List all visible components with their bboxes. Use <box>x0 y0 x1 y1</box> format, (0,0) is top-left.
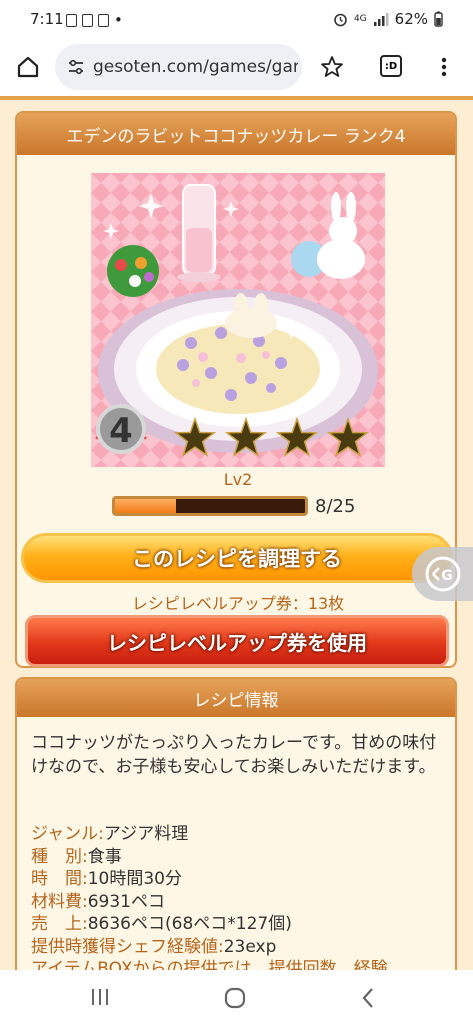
home-nav-icon[interactable] <box>224 987 246 1009</box>
site-settings-icon[interactable] <box>67 58 85 76</box>
back-icon[interactable] <box>360 987 376 1009</box>
spec-value: アジア料理 <box>103 824 189 844</box>
spec-label: 種 別: <box>31 846 88 867</box>
level-up-ticket-count: レシピレベルアップ券：13枚 <box>131 594 345 613</box>
use-level-up-ticket-button[interactable]: レシピレベルアップ券を使用 <box>25 615 449 667</box>
spec-value: 6931ペコ <box>87 891 165 912</box>
system-nav-bar <box>0 970 473 1024</box>
recipe-card: エデンのラビットココナッツカレー ランク4 4 Lv2 8/25 このレシピを調… <box>15 111 457 668</box>
spec-label: 提供時獲得シェフ経験値: <box>31 936 224 957</box>
spec-row: 売 上:8636ペコ(68ペコ*127個) <box>31 913 388 936</box>
game-content: エデンのラビットココナッツカレー ランク4 4 Lv2 8/25 このレシピを調… <box>0 96 473 974</box>
xp-progress-text: 8/25 <box>315 496 356 517</box>
recipe-info-header: レシピ情報 <box>17 679 455 717</box>
status-dot: • <box>114 11 123 29</box>
spec-label: 材料費: <box>31 891 88 912</box>
rank-number: 4 <box>109 411 133 451</box>
spec-row: 提供時獲得シェフ経験値:23exp <box>31 936 388 959</box>
spec-value: 8636ペコ(68ペコ*127個) <box>87 914 292 934</box>
xp-progress-fill <box>115 499 176 513</box>
browser-toolbar: gesoten.com/games/gar :D <box>0 40 473 96</box>
url-text[interactable]: gesoten.com/games/gar <box>93 57 298 77</box>
recipe-title: エデンのラビットココナッツカレー ランク4 <box>17 113 455 155</box>
spec-row: 種 別:食事 <box>31 846 388 869</box>
recipe-info-card: レシピ情報 ココナッツがたっぷり入ったカレーです。甘めの味付けなので、お子様も安… <box>15 677 457 974</box>
bookmark-star-icon[interactable] <box>320 55 344 79</box>
spec-label: ジャンル: <box>31 824 104 844</box>
status-bar: 7:11 • 4G 62% <box>0 0 473 40</box>
spec-row: 時 間:10時間30分 <box>31 868 388 891</box>
system-icons: 4G 62% <box>333 10 443 28</box>
side-panel-tab[interactable]: G <box>412 547 473 601</box>
svg-text:G: G <box>441 568 453 584</box>
spec-label: 売 上: <box>31 914 88 934</box>
spec-value: 23exp <box>223 936 277 957</box>
network-type: 4G <box>353 13 367 24</box>
recipe-spec-list: ジャンル:アジア料理種 別:食事時 間:10時間30分 材料費:6931ペコ売 上… <box>31 823 388 974</box>
spec-row: ジャンル:アジア料理 <box>31 823 388 846</box>
battery-icon <box>434 11 443 27</box>
spec-row: 材料費:6931ペコ <box>31 891 388 914</box>
spec-value: 10時間30分 <box>87 869 182 889</box>
image-icon <box>98 13 109 27</box>
recent-apps-icon[interactable] <box>90 988 110 1006</box>
gesoten-logo-icon[interactable]: G <box>423 554 463 594</box>
battery-percent: 62% <box>394 10 428 28</box>
overflow-menu-icon[interactable] <box>434 55 454 79</box>
address-bar[interactable]: gesoten.com/games/gar <box>55 44 302 90</box>
spec-label: 時 間: <box>31 869 88 889</box>
status-time: 7:11 <box>30 10 64 28</box>
rank-badge: 4 <box>95 404 147 454</box>
recipe-description: ココナッツがたっぷり入ったカレーです。甘めの味付けなので、お子様も安心してお楽し… <box>31 733 437 777</box>
alarm-clock-icon <box>82 13 93 27</box>
home-icon[interactable] <box>16 55 40 79</box>
notification-icons: • <box>66 11 123 29</box>
cook-recipe-button[interactable]: このレシピを調理する <box>21 533 453 583</box>
spec-value: 食事 <box>87 846 122 867</box>
signal-icon <box>373 12 389 26</box>
alarm-icon <box>334 13 347 26</box>
level-label: Lv2 <box>223 470 253 489</box>
xp-progress-bar <box>112 496 308 516</box>
recipe-image: 4 <box>91 173 385 467</box>
notification-icon <box>66 13 77 27</box>
tab-switcher-icon[interactable]: :D <box>380 55 402 77</box>
